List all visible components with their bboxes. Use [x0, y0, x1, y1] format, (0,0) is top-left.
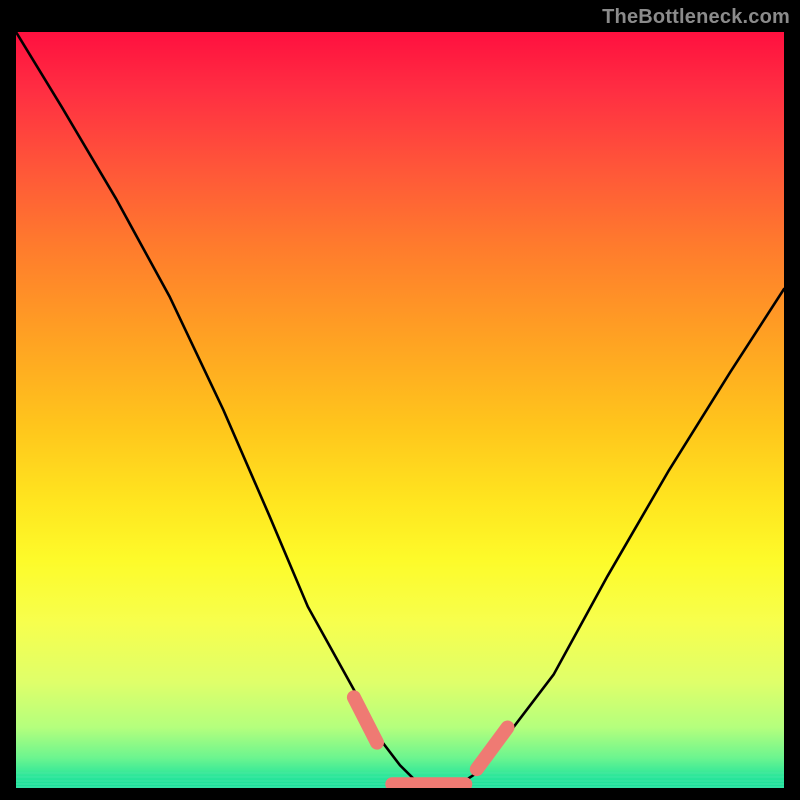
gradient-stripe [16, 776, 784, 778]
bottleneck-curve-svg [16, 32, 784, 788]
gradient-stripe [16, 780, 784, 782]
left-marker [354, 697, 377, 742]
chart-stage: TheBottleneck.com [0, 0, 800, 800]
bottleneck-curve [16, 32, 784, 788]
right-marker [477, 728, 508, 770]
gradient-stripe [16, 783, 784, 785]
gradient-stripe [16, 786, 784, 788]
gradient-stripe [16, 772, 784, 774]
chart-plot-area [16, 32, 784, 788]
watermark-text: TheBottleneck.com [602, 6, 790, 29]
